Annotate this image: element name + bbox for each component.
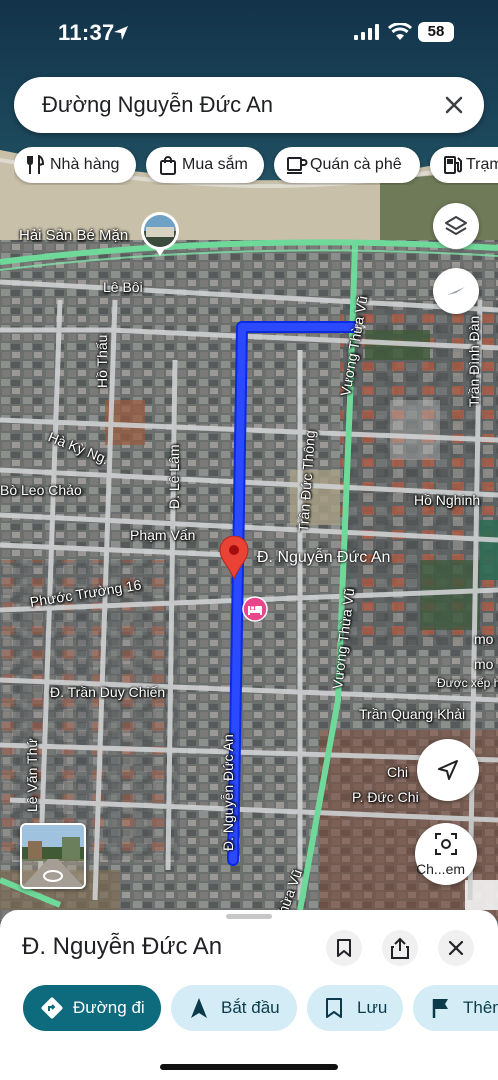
- layers-button[interactable]: [433, 203, 479, 249]
- layers-icon: [445, 216, 467, 235]
- street-label: Đ. Lê Lâm: [166, 444, 182, 509]
- street-label: mo: [474, 656, 494, 672]
- start-button[interactable]: Bắt đầu: [171, 985, 297, 1031]
- destination-pin-icon[interactable]: [219, 536, 249, 580]
- battery-indicator: 58: [418, 22, 454, 42]
- navigation-arrow-icon: [438, 760, 458, 780]
- destination-label: Đ. Nguyễn Đức An: [257, 549, 391, 566]
- restaurant-icon: [27, 155, 45, 174]
- action-label: Bắt đầu: [221, 998, 280, 1017]
- chip-label: Mua sắm: [182, 156, 248, 173]
- search-bar[interactable]: Đường Nguyễn Đức An: [14, 77, 484, 133]
- street-label: Bò Leo Chảo: [0, 482, 82, 498]
- street-view-label: Ch...em: [416, 861, 466, 877]
- street-label: Trần Đình Đàn: [466, 315, 482, 407]
- save-button[interactable]: Lưu: [307, 985, 403, 1031]
- chip-gas-station[interactable]: Trạm: [430, 147, 498, 183]
- signal-icon: [354, 24, 379, 40]
- search-query[interactable]: Đường Nguyễn Đức An: [42, 92, 273, 118]
- street-label: Chi: [387, 764, 409, 780]
- rotate-360-icon: [43, 870, 63, 882]
- status-time: 11:37: [58, 20, 115, 45]
- location-arrow-icon: [114, 26, 128, 40]
- wifi-icon: [388, 23, 412, 40]
- directions-icon: [41, 997, 63, 1019]
- bookmark-icon: [326, 998, 342, 1018]
- street-label: Đ. Nguyễn Đức An: [220, 734, 236, 851]
- save-place-button[interactable]: [326, 930, 362, 966]
- street-label: Phạm Vấn: [130, 527, 196, 543]
- chip-label: Quán cà phê: [310, 156, 402, 173]
- action-buttons: Đường đi Bắt đầu Lưu Thêm: [0, 985, 498, 1031]
- street-view-thumbnail[interactable]: [20, 823, 86, 889]
- action-label: Đường đi: [73, 998, 145, 1017]
- street-label: mo: [474, 631, 494, 647]
- share-button[interactable]: [382, 930, 418, 966]
- navigation-icon: [191, 998, 207, 1018]
- street-label: Lê Bôi: [103, 279, 143, 295]
- close-sheet-button[interactable]: [438, 930, 474, 966]
- close-icon[interactable]: [442, 93, 466, 117]
- shopping-icon: [160, 156, 176, 175]
- poi-thumbnail-icon[interactable]: [140, 211, 180, 257]
- chip-label: Nhà hàng: [50, 156, 120, 173]
- street-label: P. Đức Chi: [352, 789, 419, 805]
- coffee-icon: [287, 157, 308, 174]
- street-label: Trần Quang Khải: [359, 706, 466, 722]
- compass-button[interactable]: [433, 268, 479, 314]
- add-label-button[interactable]: Thêm: [413, 985, 498, 1031]
- chip-shopping[interactable]: Mua sắm: [146, 147, 264, 183]
- close-icon: [448, 940, 464, 956]
- compass-icon: [447, 287, 465, 295]
- status-bar: 11:37 58: [0, 0, 498, 60]
- share-icon: [391, 937, 409, 959]
- chip-coffee[interactable]: Quán cà phê: [274, 147, 420, 183]
- street-view-icon: [435, 833, 457, 856]
- chip-label: Trạm: [466, 156, 498, 173]
- street-label: Được xếp h: [437, 676, 498, 690]
- street-label: Lê Văn Thứ: [24, 738, 40, 812]
- bookmark-icon: [337, 939, 351, 957]
- street-label: Hồ Nghinh: [414, 492, 481, 508]
- category-chips: Nhà hàng Mua sắm Quán cà phê Trạm: [14, 147, 498, 185]
- action-label: Thêm: [463, 998, 498, 1017]
- action-label: Lưu: [357, 998, 388, 1017]
- home-indicator[interactable]: [160, 1064, 338, 1070]
- poi-label[interactable]: Hải Sản Bé Mặn: [19, 227, 128, 244]
- street-label: Hồ Thấu: [94, 334, 110, 388]
- flag-icon: [432, 999, 448, 1018]
- chip-restaurant[interactable]: Nhà hàng: [14, 147, 136, 183]
- directions-button[interactable]: Đường đi: [23, 985, 161, 1031]
- sheet-handle[interactable]: [226, 914, 272, 919]
- gas-station-icon: [444, 156, 462, 174]
- my-location-button[interactable]: [417, 739, 479, 801]
- street-label: Đ. Trần Duy Chiến: [50, 684, 166, 700]
- place-title: Đ. Nguyễn Đức An: [22, 933, 223, 960]
- hotel-icon[interactable]: [242, 596, 268, 622]
